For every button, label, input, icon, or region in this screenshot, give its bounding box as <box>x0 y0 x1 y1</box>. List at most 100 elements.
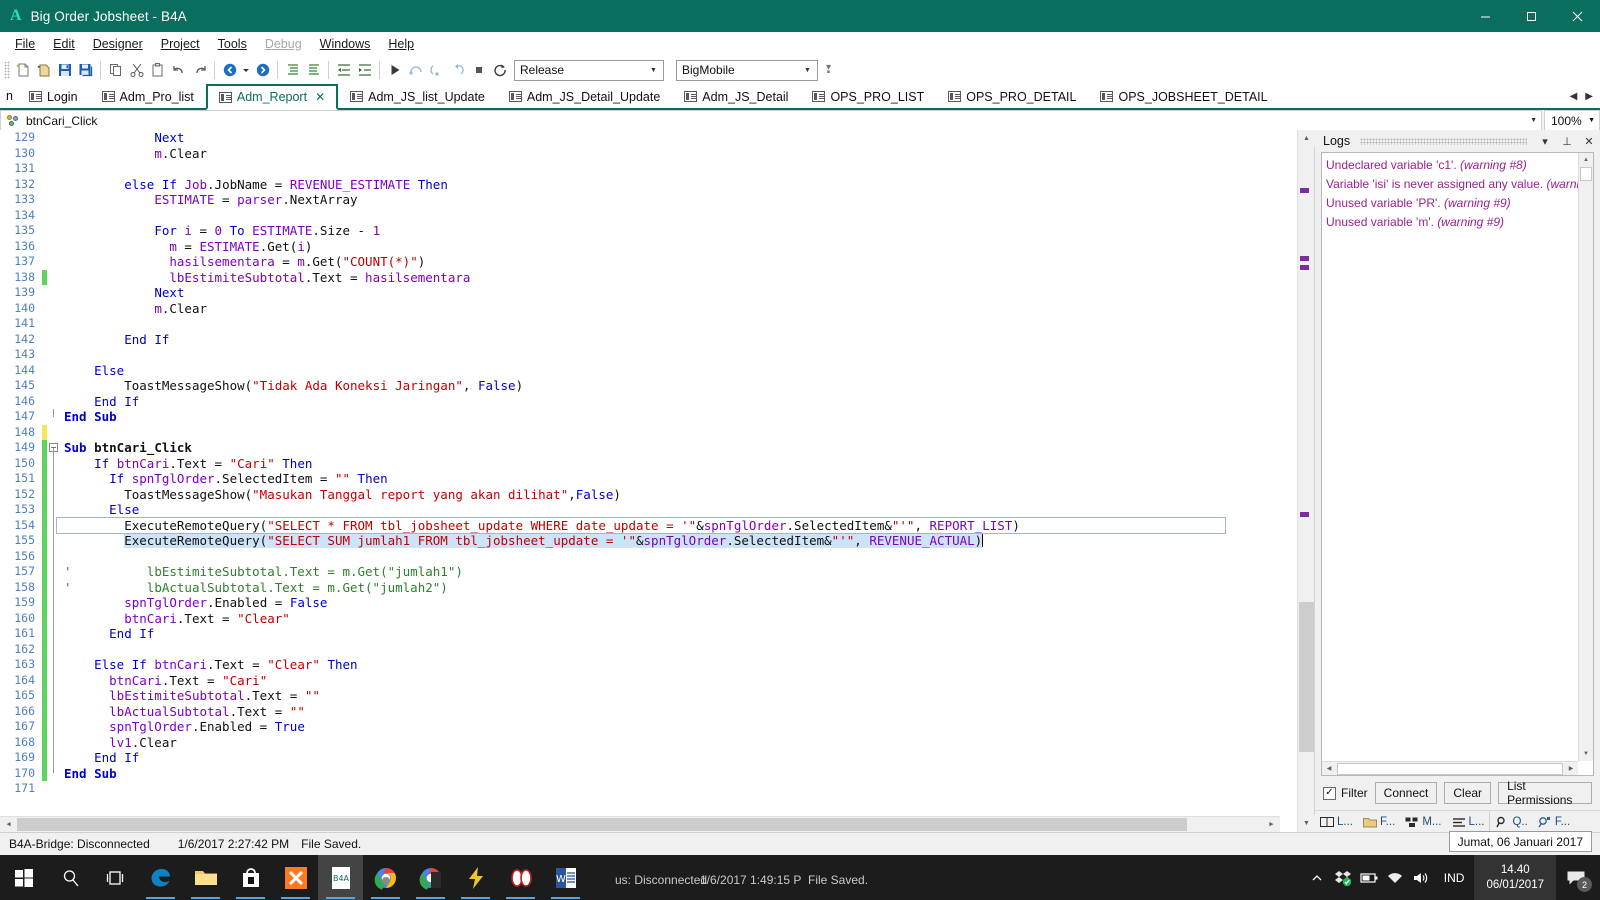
menu-edit[interactable]: Edit <box>44 34 84 54</box>
fold-column[interactable] <box>47 487 60 503</box>
code-text[interactable]: lbEstimiteSubtotal.Text = "" <box>60 688 320 704</box>
code-line[interactable]: 166 lbActualSubtotal.Text = "" <box>0 704 1297 720</box>
step-over-icon[interactable] <box>405 59 426 81</box>
code-line[interactable]: 157' lbEstimiteSubtotal.Text = m.Get("ju… <box>0 564 1297 580</box>
fold-column[interactable] <box>47 146 60 162</box>
flash-icon[interactable] <box>453 855 498 900</box>
save-all-icon[interactable] <box>75 59 96 81</box>
scroll-right-icon[interactable]: ▶ <box>1263 817 1280 832</box>
fold-column[interactable] <box>47 549 60 565</box>
fold-column[interactable] <box>47 239 60 255</box>
code-line[interactable]: 147End Sub <box>0 409 1297 425</box>
scroll-right-icon[interactable]: ▶ <box>1564 765 1578 772</box>
fold-column[interactable] <box>47 192 60 208</box>
code-line[interactable]: 144 Else <box>0 363 1297 379</box>
code-text[interactable]: ' lbActualSubtotal.Text = m.Get("jumlah2… <box>60 580 448 596</box>
copy-icon[interactable] <box>105 59 126 81</box>
code-text[interactable]: btnCari.Text = "Cari" <box>60 673 267 689</box>
toolbar-overflow-button[interactable]: ▾▪ <box>826 65 831 75</box>
code-line[interactable]: 142 End If <box>0 332 1297 348</box>
code-line[interactable]: 136 m = ESTIMATE.Get(i) <box>0 239 1297 255</box>
fold-column[interactable] <box>47 177 60 193</box>
toolbar-grip[interactable] <box>4 61 10 79</box>
fold-column[interactable] <box>47 332 60 348</box>
code-text[interactable]: Next <box>60 130 184 146</box>
code-text[interactable] <box>60 425 64 441</box>
fold-column[interactable] <box>47 564 60 580</box>
bottom-tab-libraries[interactable]: L... <box>1315 811 1358 833</box>
code-line[interactable]: 160 btnCari.Text = "Clear" <box>0 611 1297 627</box>
stop-icon[interactable] <box>468 59 489 81</box>
code-text[interactable]: ExecuteRemoteQuery("SELECT SUM jumlah1 F… <box>60 533 983 549</box>
clear-logs-button[interactable]: Clear <box>1444 782 1491 804</box>
code-line[interactable]: 139 Next <box>0 285 1297 301</box>
code-text[interactable] <box>60 642 64 658</box>
zoom-level-select[interactable]: 100% ▼ <box>1544 110 1600 131</box>
menu-windows[interactable]: Windows <box>311 34 380 54</box>
code-text[interactable]: If btnCari.Text = "Cari" Then <box>60 456 312 472</box>
fold-column[interactable] <box>47 735 60 751</box>
code-text[interactable]: Else <box>60 363 124 379</box>
outdent-icon[interactable] <box>333 59 354 81</box>
code-text[interactable]: spnTglOrder.Enabled = True <box>60 719 305 735</box>
search-icon[interactable] <box>48 855 93 900</box>
code-line[interactable]: 154 ExecuteRemoteQuery("SELECT * FROM tb… <box>0 518 1297 534</box>
oo-icon[interactable] <box>498 855 543 900</box>
logs-output[interactable]: Undeclared variable 'c1'. (warning #8)Va… <box>1321 152 1594 776</box>
tab-ops-jobsheet-detail[interactable]: OPS_JOBSHEET_DETAIL <box>1088 84 1279 108</box>
code-text[interactable]: ESTIMATE = parser.NextArray <box>60 192 358 208</box>
code-line[interactable]: 167 spnTglOrder.Enabled = True <box>0 719 1297 735</box>
dropbox-icon[interactable] <box>1330 855 1356 900</box>
tab-adm-report[interactable]: Adm_Report ✕ <box>206 84 338 110</box>
code-text[interactable]: m.Clear <box>60 301 207 317</box>
panel-drag-handle[interactable] <box>1360 138 1527 145</box>
fold-column[interactable] <box>47 781 60 797</box>
code-text[interactable]: Sub btnCari_Click <box>60 440 192 456</box>
tab-ops-pro-detail[interactable]: OPS_PRO_DETAIL <box>936 84 1088 108</box>
refresh-icon[interactable] <box>489 59 510 81</box>
fold-column[interactable] <box>47 363 60 379</box>
fold-column[interactable] <box>47 270 60 286</box>
chrome-dark-icon[interactable] <box>408 855 453 900</box>
code-line[interactable]: 145 ToastMessageShow("Tidak Ada Koneksi … <box>0 378 1297 394</box>
code-text[interactable]: End If <box>60 626 154 642</box>
fold-column[interactable] <box>47 626 60 642</box>
maximize-button[interactable] <box>1508 0 1554 32</box>
fold-column[interactable] <box>47 642 60 658</box>
code-text[interactable]: lbEstimiteSubtotal.Text = hasilsementara <box>60 270 470 286</box>
redo-icon[interactable] <box>189 59 210 81</box>
fold-column[interactable] <box>47 378 60 394</box>
fold-column[interactable] <box>47 316 60 332</box>
list-permissions-button[interactable]: List Permissions <box>1498 782 1592 804</box>
back-nav-icon[interactable] <box>219 59 240 81</box>
code-line[interactable]: 137 hasilsementara = m.Get("COUNT(*)") <box>0 254 1297 270</box>
logs-hscroll-thumb[interactable] <box>1337 763 1563 775</box>
code-line[interactable]: 159 spnTglOrder.Enabled = False <box>0 595 1297 611</box>
tab-ops-pro-list[interactable]: OPS_PRO_LIST <box>800 84 936 108</box>
code-text[interactable]: End If <box>60 332 169 348</box>
tab-adm-js-list-update[interactable]: Adm_JS_list_Update <box>338 84 497 108</box>
code-text[interactable] <box>60 549 64 565</box>
code-text[interactable]: ToastMessageShow("Masukan Tanggal report… <box>60 487 621 503</box>
bottom-tab-logs[interactable]: L... <box>1447 811 1490 833</box>
code-text[interactable] <box>60 316 64 332</box>
bottom-tab-find[interactable]: F... <box>1533 811 1575 833</box>
code-text[interactable]: m = ESTIMATE.Get(i) <box>60 239 312 255</box>
uncomment-block-icon[interactable] <box>303 59 324 81</box>
new-file-icon[interactable] <box>12 59 33 81</box>
member-select[interactable]: btnCari_Click ▼ <box>0 110 1542 131</box>
code-line[interactable]: 149−Sub btnCari_Click <box>0 440 1297 456</box>
fold-column[interactable] <box>47 518 60 534</box>
code-line[interactable]: 169 End If <box>0 750 1297 766</box>
comment-block-icon[interactable] <box>282 59 303 81</box>
filter-checkbox[interactable]: ✓ Filter <box>1323 786 1368 800</box>
logs-scroll-thumb[interactable] <box>1580 167 1592 181</box>
vertical-scroll-thumb[interactable] <box>1299 602 1314 752</box>
connect-button[interactable]: Connect <box>1375 782 1438 804</box>
code-line[interactable]: 141 <box>0 316 1297 332</box>
logs-horizontal-scrollbar[interactable]: ◀ ▶ <box>1322 761 1578 775</box>
code-line[interactable]: 143 <box>0 347 1297 363</box>
code-line[interactable]: 165 lbEstimiteSubtotal.Text = "" <box>0 688 1297 704</box>
scroll-up-icon[interactable]: ▲ <box>1298 130 1315 147</box>
close-icon[interactable]: ✕ <box>1581 135 1597 148</box>
